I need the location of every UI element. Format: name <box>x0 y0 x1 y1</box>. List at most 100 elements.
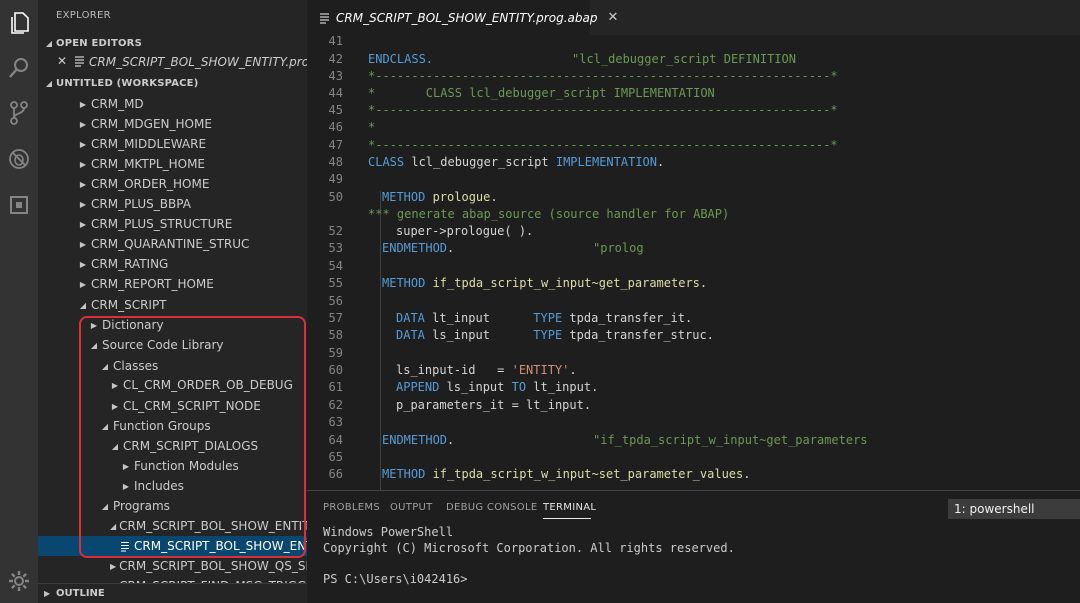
tree-item[interactable]: ▶ CRM_REPORT_HOME <box>38 274 307 294</box>
tree-item[interactable]: ▶ CRM_MIDDLEWARE <box>38 134 307 154</box>
workspace-header[interactable]: ◢ UNTITLED (WORKSPACE) <box>38 73 307 93</box>
tree-item[interactable]: ◢ Function Groups <box>38 416 307 436</box>
code-line: 57 DATA lt_input TYPE tpda_transfer_it. <box>328 311 693 325</box>
code-line: 41 <box>328 35 343 48</box>
terminal-prompt[interactable]: PS C:\Users\i042416> <box>323 572 468 586</box>
active-tab-indicator <box>543 518 591 519</box>
chevron-right-icon: ▶ <box>122 481 130 491</box>
code-line: 47 *-------------------------------------… <box>328 138 838 152</box>
code-line: 46 * <box>328 120 376 134</box>
code-line: 49 <box>328 172 343 186</box>
chevron-down-icon: ◢ <box>45 38 53 48</box>
chevron-right-icon: ▶ <box>110 561 117 571</box>
chevron-right-icon: ▶ <box>79 219 87 229</box>
tree-item[interactable]: ▶ CRM_SCRIPT_BOL_SHOW_QS_SE... <box>38 556 307 576</box>
chevron-down-icon: ◢ <box>101 421 109 431</box>
tab-terminal[interactable]: TERMINAL <box>543 502 596 513</box>
close-icon[interactable]: ✕ <box>607 10 618 25</box>
tree-item[interactable]: ▶ Function Modules <box>38 456 307 476</box>
tree-item[interactable]: ▶ CL_CRM_SCRIPT_NODE <box>38 396 307 416</box>
activity-bar <box>0 0 38 603</box>
open-editors-header[interactable]: ◢ OPEN EDITORS <box>38 33 307 53</box>
tree-item[interactable]: ◢ Classes <box>38 356 307 376</box>
chevron-right-icon: ▶ <box>79 119 87 129</box>
chevron-right-icon: ▶ <box>122 461 130 471</box>
tree-item[interactable]: ◢ CRM_SCRIPT_BOL_SHOW_ENTITY <box>38 516 307 536</box>
code-line: 66 METHOD if_tpda_script_w_input~set_para… <box>328 467 751 481</box>
chevron-down-icon: ◢ <box>101 361 109 371</box>
open-editor-item[interactable]: ✕ CRM_SCRIPT_BOL_SHOW_ENTITY.prog.... <box>38 52 307 72</box>
code-line: 58 DATA ls_input TYPE tpda_transfer_struc… <box>328 328 714 342</box>
chevron-right-icon: ▶ <box>79 239 87 249</box>
code-line: 61 APPEND ls_input TO lt_input. <box>328 380 599 394</box>
open-editor-label: CRM_SCRIPT_BOL_SHOW_ENTITY.prog.... <box>89 55 307 69</box>
code-line: 48 CLASS lcl_debugger_script IMPLEMENTATI… <box>328 155 665 169</box>
tab-output[interactable]: OUTPUT <box>390 502 433 513</box>
tree-item[interactable]: ▶ CRM_QUARANTINE_STRUC <box>38 234 307 254</box>
tree-item[interactable]: ▶ CL_CRM_ORDER_OB_DEBUG <box>38 375 307 395</box>
file-icon <box>74 55 85 70</box>
code-line: 53 ENDMETHOD. "prolog <box>328 241 644 255</box>
tree-item[interactable]: ◢ Programs <box>38 496 307 516</box>
tree-item[interactable]: ▶ CRM_MKTPL_HOME <box>38 154 307 174</box>
chevron-right-icon: ▶ <box>111 401 119 411</box>
tree-item-selected[interactable]: CRM_SCRIPT_BOL_SHOW_ENTI... <box>38 536 307 556</box>
chevron-right-icon: ▶ <box>79 279 87 289</box>
outline-header[interactable]: ▶ OUTLINE <box>38 583 307 603</box>
debug-icon[interactable] <box>4 144 34 174</box>
code-line: 54 <box>328 259 343 273</box>
tree-item[interactable]: ◢ CRM_SCRIPT_DIALOGS <box>38 436 307 456</box>
chevron-right-icon: ▶ <box>44 589 51 598</box>
chevron-down-icon: ◢ <box>110 521 117 531</box>
code-line: 52 super->prologue( ). <box>328 224 534 238</box>
code-line: 50 METHOD prologue. <box>328 190 498 204</box>
tree-item[interactable]: ▶ CRM_PLUS_STRUCTURE <box>38 214 307 234</box>
code-line: 64 ENDMETHOD. "if_tpda_script_w_input~get_… <box>328 433 868 447</box>
code-editor[interactable]: 41 42 ENDCLASS. "lcl_debugger_script DEFIN… <box>307 35 1080 490</box>
tree-item[interactable]: ▶ CRM_MD <box>38 94 307 114</box>
settings-gear-icon[interactable] <box>4 566 34 596</box>
chevron-right-icon: ▶ <box>79 99 87 109</box>
chevron-right-icon: ▶ <box>79 199 87 209</box>
chevron-down-icon: ◢ <box>111 441 119 451</box>
close-icon[interactable]: ✕ <box>57 54 67 68</box>
chevron-down-icon: ◢ <box>101 501 109 511</box>
file-icon <box>120 541 130 552</box>
source-control-icon[interactable] <box>4 98 34 128</box>
code-line: *** generate abap_source (source handler… <box>368 207 730 221</box>
explorer-sidebar: EXPLORER ◢ OPEN EDITORS ✕ CRM_SCRIPT_BOL… <box>38 0 307 603</box>
code-line: 65 <box>328 450 343 464</box>
code-line: 63 <box>328 415 343 429</box>
chevron-right-icon: ▶ <box>111 380 119 390</box>
terminal-line: Copyright (C) Microsoft Corporation. All… <box>323 541 735 555</box>
editor-tab[interactable]: CRM_SCRIPT_BOL_SHOW_ENTITY.prog.abap ✕ <box>307 0 618 35</box>
code-line: 45 *-------------------------------------… <box>328 103 838 117</box>
chevron-right-icon: ▶ <box>90 320 98 330</box>
code-line: 62 p_parameters_it = lt_input. <box>328 398 592 412</box>
chevron-right-icon: ▶ <box>79 139 87 149</box>
explorer-files-icon[interactable] <box>4 8 34 38</box>
tab-problems[interactable]: PROBLEMS <box>323 502 380 513</box>
search-icon[interactable] <box>4 53 34 83</box>
workspace-label: UNTITLED (WORKSPACE) <box>56 77 199 89</box>
code-line: 43 *-------------------------------------… <box>328 69 838 83</box>
tree-item[interactable]: ▶ CRM_MDGEN_HOME <box>38 114 307 134</box>
code-line: 42 ENDCLASS. "lcl_debugger_script DEFINITI… <box>328 52 796 66</box>
extensions-icon[interactable] <box>4 190 34 220</box>
chevron-down-icon: ◢ <box>79 300 87 310</box>
tree-item[interactable]: ◢ Source Code Library <box>38 335 307 355</box>
tree-item[interactable]: ▶ CRM_PLUS_BBPA <box>38 194 307 214</box>
tree-item[interactable]: ▶ Dictionary <box>38 315 307 335</box>
open-editors-label: OPEN EDITORS <box>56 37 142 49</box>
tree-item[interactable]: ▶ Includes <box>38 476 307 496</box>
chevron-right-icon: ▶ <box>79 179 87 189</box>
code-line: 55 METHOD if_tpda_script_w_input~get_para… <box>328 276 708 290</box>
code-line: 59 <box>328 346 343 360</box>
tree-item[interactable]: ▶ CRM_ORDER_HOME <box>38 174 307 194</box>
terminal-selector[interactable]: 1: powershell <box>948 499 1080 519</box>
tree-item[interactable]: ▶ CRM_RATING <box>38 254 307 274</box>
explorer-title: EXPLORER <box>56 10 111 21</box>
tree-item[interactable]: ◢ CRM_SCRIPT <box>38 295 307 315</box>
chevron-right-icon: ▶ <box>79 259 87 269</box>
tab-debug-console[interactable]: DEBUG CONSOLE <box>446 502 537 513</box>
